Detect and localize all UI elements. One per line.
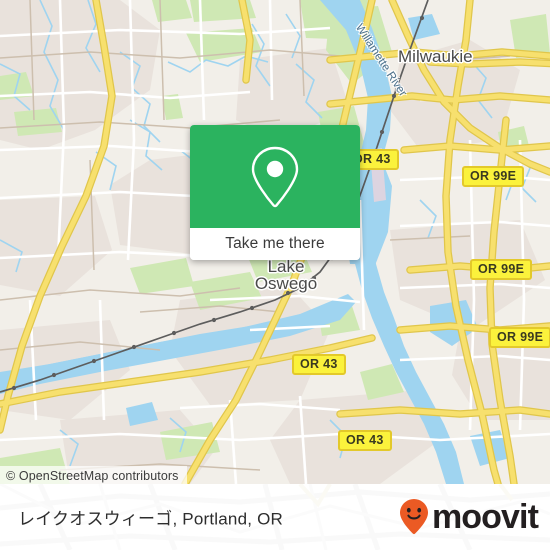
moovit-wordmark: moovit bbox=[431, 498, 539, 536]
osm-attribution-text: © OpenStreetMap contributors bbox=[0, 466, 187, 484]
footer-bar: レイクオスウィーゴ, Portland, OR moovit bbox=[0, 484, 550, 550]
take-me-there-button[interactable]: Take me there bbox=[190, 228, 360, 260]
map-screenshot: Milwaukie Lake Oswego Willamette River O… bbox=[0, 0, 550, 550]
moovit-smiley-pin-icon bbox=[399, 499, 428, 535]
take-me-there-card[interactable]: Take me there bbox=[190, 125, 360, 260]
take-me-there-label: Take me there bbox=[225, 235, 325, 252]
footer-content: レイクオスウィーゴ, Portland, OR moovit bbox=[0, 484, 550, 550]
map-canvas[interactable]: Milwaukie Lake Oswego Willamette River O… bbox=[0, 0, 550, 484]
map-pin-icon bbox=[251, 146, 299, 207]
location-title: レイクオスウィーゴ, Portland, OR bbox=[18, 509, 283, 529]
moovit-logo[interactable]: moovit bbox=[399, 498, 539, 536]
card-pin-area bbox=[190, 125, 360, 228]
